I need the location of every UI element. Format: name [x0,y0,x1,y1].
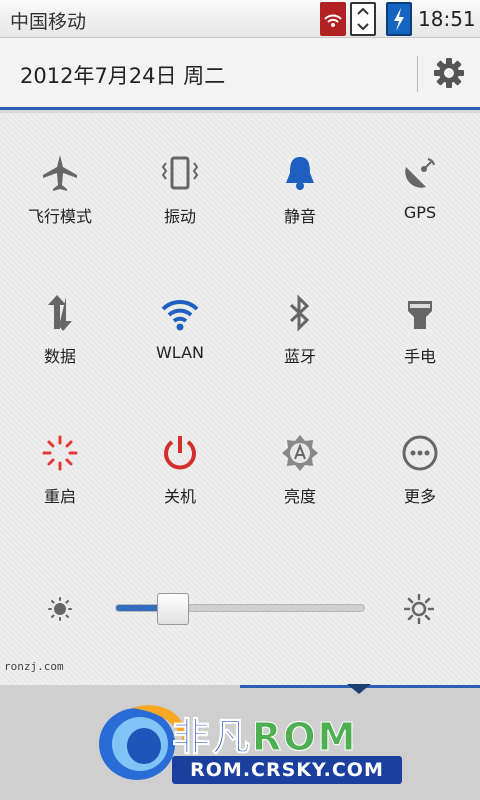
toggle-brightness[interactable]: 亮度 [240,393,360,533]
wifi-icon [160,293,200,333]
toggle-label: 手电 [403,347,436,366]
brightness-auto-icon [280,433,320,473]
brand-url: ROM.CRSKY.COM [172,756,402,784]
settings-gear-icon[interactable] [432,56,466,90]
brightness-slider-thumb[interactable] [156,593,189,625]
power-icon [160,433,200,473]
toggle-bluetooth[interactable]: 蓝牙 [240,253,360,393]
toggle-gps[interactable]: GPS [360,113,480,253]
vibrate-icon [160,153,200,193]
header-divider [417,56,418,92]
bluetooth-icon [280,293,320,333]
toggle-label: 重启 [43,487,76,506]
toggle-label: 关机 [163,487,196,506]
gps-icon [400,153,440,193]
wifi-status-icon [320,2,346,36]
toggle-label: 数据 [43,347,76,366]
toggle-label: GPS [403,203,437,222]
toggle-airplane[interactable]: 飞行模式 [0,113,120,253]
clock: 18:51 [418,7,476,31]
battery-charging-icon [386,2,412,36]
flashlight-icon [400,293,440,333]
watermark-text: ronzj.com [4,660,64,673]
date-label: 2012年7月24日 周二 [20,64,226,88]
brand-name-rom: ROM [252,715,358,760]
brand-logo-text: 非凡ROM [171,706,358,761]
sim-status-icon [350,2,376,36]
carrier-name: 中国移动 [10,11,87,33]
toggle-wlan[interactable]: WLAN [120,253,240,393]
date-header: 2012年7月24日 周二 [0,38,480,110]
toggle-label: 亮度 [283,487,316,506]
more-icon [400,433,440,473]
status-bar: 中国移动 18:51 [0,0,480,38]
brand-name-cn: 非凡 [171,715,253,760]
toggle-more[interactable]: 更多 [360,393,480,533]
toggle-silent[interactable]: 静音 [240,113,360,253]
brightness-slider-track[interactable] [115,604,365,612]
toggle-reboot[interactable]: 重启 [0,393,120,533]
toggle-flashlight[interactable]: 手电 [360,253,480,393]
toggle-label: 蓝牙 [283,347,316,366]
toggle-vibrate[interactable]: 振动 [120,113,240,253]
brightness-high-icon [403,593,435,628]
toggle-label: 静音 [283,207,316,226]
toggle-data[interactable]: 数据 [0,253,120,393]
bell-icon [280,153,320,193]
tab-indicator-arrow [347,684,371,694]
airplane-icon [40,153,80,193]
toggle-label: 振动 [163,207,196,226]
toggle-label: 更多 [403,487,436,506]
data-sync-icon [40,293,80,333]
toggle-label: 飞行模式 [27,207,92,226]
reboot-icon [40,433,80,473]
brightness-low-icon [48,597,72,625]
toggle-power-off[interactable]: 关机 [120,393,240,533]
toggle-label: WLAN [155,343,204,362]
